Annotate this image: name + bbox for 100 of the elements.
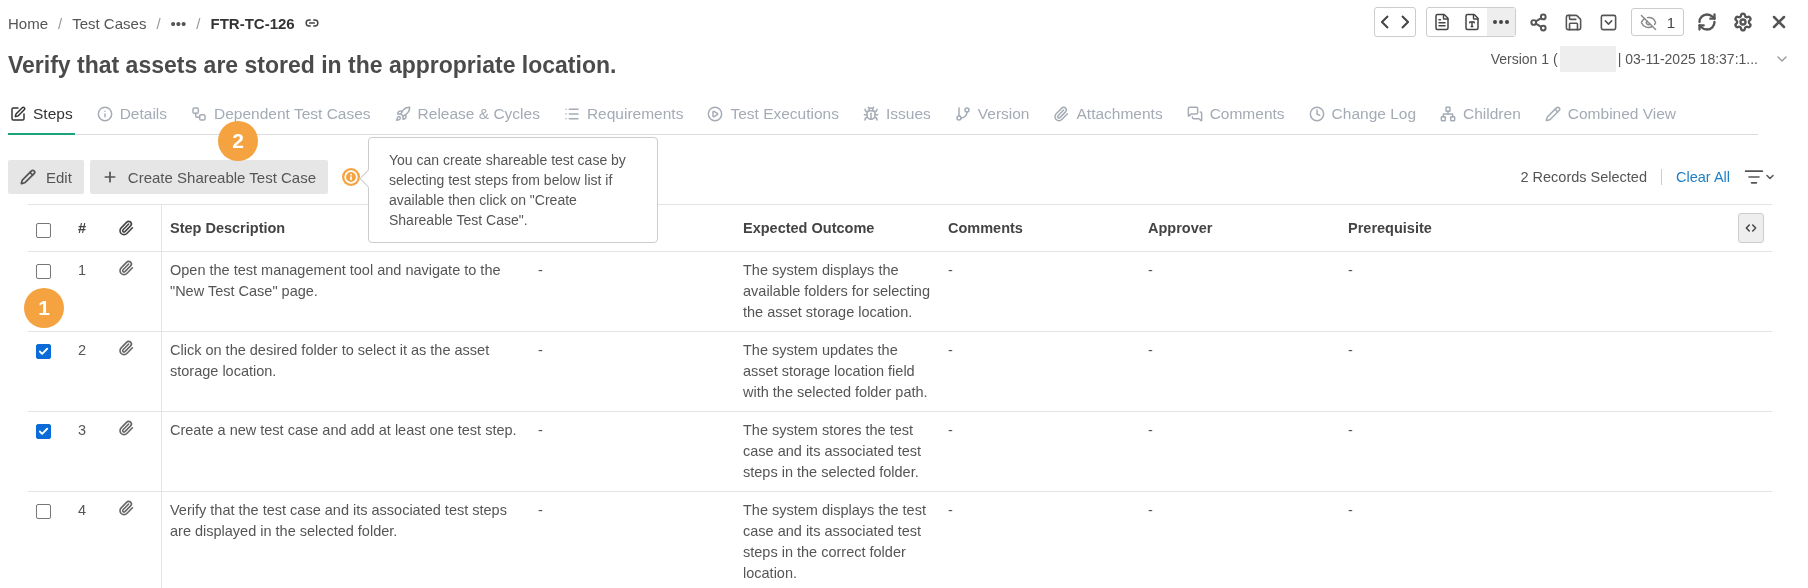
tab[interactable]: Version xyxy=(952,105,1032,135)
tab[interactable]: Release & Cycles xyxy=(392,105,542,135)
paperclip-icon[interactable] xyxy=(118,340,134,356)
tab[interactable]: Details xyxy=(94,105,170,135)
table-cell: 3 xyxy=(78,422,87,438)
table-cell: - xyxy=(538,262,543,278)
table-cell: - xyxy=(538,342,543,358)
tab[interactable]: Steps xyxy=(8,105,75,135)
table-cell: - xyxy=(1348,422,1353,438)
chevrons-icon xyxy=(1744,221,1758,235)
chevron-left-icon xyxy=(1380,15,1389,29)
expand-columns-button[interactable] xyxy=(1738,213,1764,243)
table-cell: 2 xyxy=(78,342,87,358)
table-cell: The system displays the available folders for selecting the asset storage location. xyxy=(743,262,930,320)
breadcrumb-link[interactable]: Test Cases xyxy=(72,14,147,32)
list-icon xyxy=(563,106,580,122)
clear-all-link[interactable]: Clear All xyxy=(1676,169,1730,185)
hierarchy-icon xyxy=(1440,106,1457,122)
table-cell: - xyxy=(948,262,953,278)
link-icon[interactable] xyxy=(304,16,319,30)
breadcrumb-separator: / xyxy=(196,14,201,32)
table-cell: - xyxy=(1348,502,1353,518)
chevron-right-icon xyxy=(1400,15,1409,29)
column-header: Step Description xyxy=(170,220,286,236)
tab[interactable]: Combined View xyxy=(1542,105,1679,135)
hidden-fields-button[interactable]: 1 xyxy=(1630,8,1684,36)
tooltip-text: You can create shareable test case by selecting test steps from below list if available then click on "Create Shareable Test Case". xyxy=(389,152,626,228)
paperclip-icon[interactable] xyxy=(118,500,134,516)
table-cell: Click on the desired folder to select it as the asset storage location. xyxy=(170,342,490,379)
paperclip-icon[interactable] xyxy=(118,260,134,276)
paperclip-icon xyxy=(1053,106,1070,122)
more-icon xyxy=(1492,20,1509,24)
table-cell: - xyxy=(1148,502,1153,518)
tab[interactable]: Change Log xyxy=(1306,105,1419,135)
step-badge: 2 xyxy=(218,121,258,161)
tab[interactable]: Requirements xyxy=(561,105,686,135)
pencil-icon xyxy=(20,169,36,185)
paperclip-icon xyxy=(118,220,134,236)
column-header: Expected Outcome xyxy=(743,220,875,236)
branch-icon xyxy=(954,106,971,122)
table-cell: - xyxy=(948,502,953,518)
more-button[interactable] xyxy=(1486,8,1515,36)
rocket-icon xyxy=(394,106,411,122)
table-cell: - xyxy=(1148,342,1153,358)
table-cell: 1 xyxy=(78,262,87,278)
table-cell: Create a new test case and add at least one test step. xyxy=(170,422,517,438)
column-header: Approver xyxy=(1148,220,1213,236)
breadcrumb-separator: / xyxy=(156,14,161,32)
bug-icon xyxy=(862,106,879,122)
version-date: | 03-11-2025 18:37:1... xyxy=(1617,51,1758,67)
tab[interactable]: Issues xyxy=(860,105,933,135)
table-cell: - xyxy=(538,422,543,438)
table-cell: The system updates the asset storage location field with the selected folder path. xyxy=(743,342,928,400)
tab[interactable]: Comments xyxy=(1184,105,1287,135)
row-checkbox[interactable] xyxy=(36,504,51,519)
table-cell: Open the test management tool and navigate to the "New Test Case" page. xyxy=(170,262,501,299)
eye-off-icon xyxy=(1639,13,1657,31)
select-all-checkbox[interactable] xyxy=(36,222,51,238)
tab[interactable]: Children xyxy=(1438,105,1523,135)
table-cell: The system displays the test case and its associated test steps in the correct folder location. xyxy=(743,502,926,581)
chat-icon xyxy=(1186,106,1203,122)
row-checkbox[interactable] xyxy=(36,264,51,279)
table-cell: Verify that the test case and its associated test steps are displayed in the selected folder. xyxy=(170,502,507,539)
table-cell: - xyxy=(1348,342,1353,358)
breadcrumb-link[interactable]: Home xyxy=(8,14,48,32)
column-header: # xyxy=(78,220,87,236)
table-cell: The system stores the test case and its associated test steps in the selected folder. xyxy=(743,422,922,480)
edit-button[interactable]: Edit xyxy=(8,160,84,194)
row-checkbox[interactable] xyxy=(36,424,51,439)
pencil-icon xyxy=(1544,106,1561,122)
table-cell: - xyxy=(948,342,953,358)
clock-icon xyxy=(1308,106,1325,122)
column-header: Prerequisite xyxy=(1348,220,1432,236)
tab[interactable]: Test Executions xyxy=(705,105,841,135)
tab[interactable]: Attachments xyxy=(1051,105,1165,135)
version-label: Version 1 ( xyxy=(1490,51,1558,67)
flow-icon xyxy=(191,106,208,122)
edit-icon xyxy=(10,106,26,122)
page-title: Verify that assets are stored in the appropriate location. xyxy=(8,52,617,79)
breadcrumb-link[interactable]: FTR-TC-126 xyxy=(210,14,295,32)
table-cell: 4 xyxy=(78,502,87,518)
breadcrumb-separator: / xyxy=(58,14,63,32)
step-badge: 1 xyxy=(24,288,64,328)
column-header: Comments xyxy=(948,220,1023,236)
table-cell: - xyxy=(948,422,953,438)
row-checkbox[interactable] xyxy=(36,344,51,359)
document-icon xyxy=(1432,13,1451,31)
paperclip-icon[interactable] xyxy=(118,420,134,436)
table-cell: - xyxy=(1148,262,1153,278)
filter-icon xyxy=(1744,167,1764,187)
play-icon xyxy=(707,106,724,122)
breadcrumb-link[interactable]: ••• xyxy=(170,14,187,32)
document-icon xyxy=(1462,13,1481,31)
table-cell: - xyxy=(538,502,543,518)
info-icon xyxy=(96,106,113,122)
selection-count: 2 Records Selected xyxy=(1520,169,1662,185)
create-button[interactable]: Create Shareable Test Case xyxy=(89,160,329,194)
filter-button[interactable] xyxy=(1744,167,1776,187)
table-cell: - xyxy=(1348,262,1353,278)
table-cell: - xyxy=(1148,422,1153,438)
